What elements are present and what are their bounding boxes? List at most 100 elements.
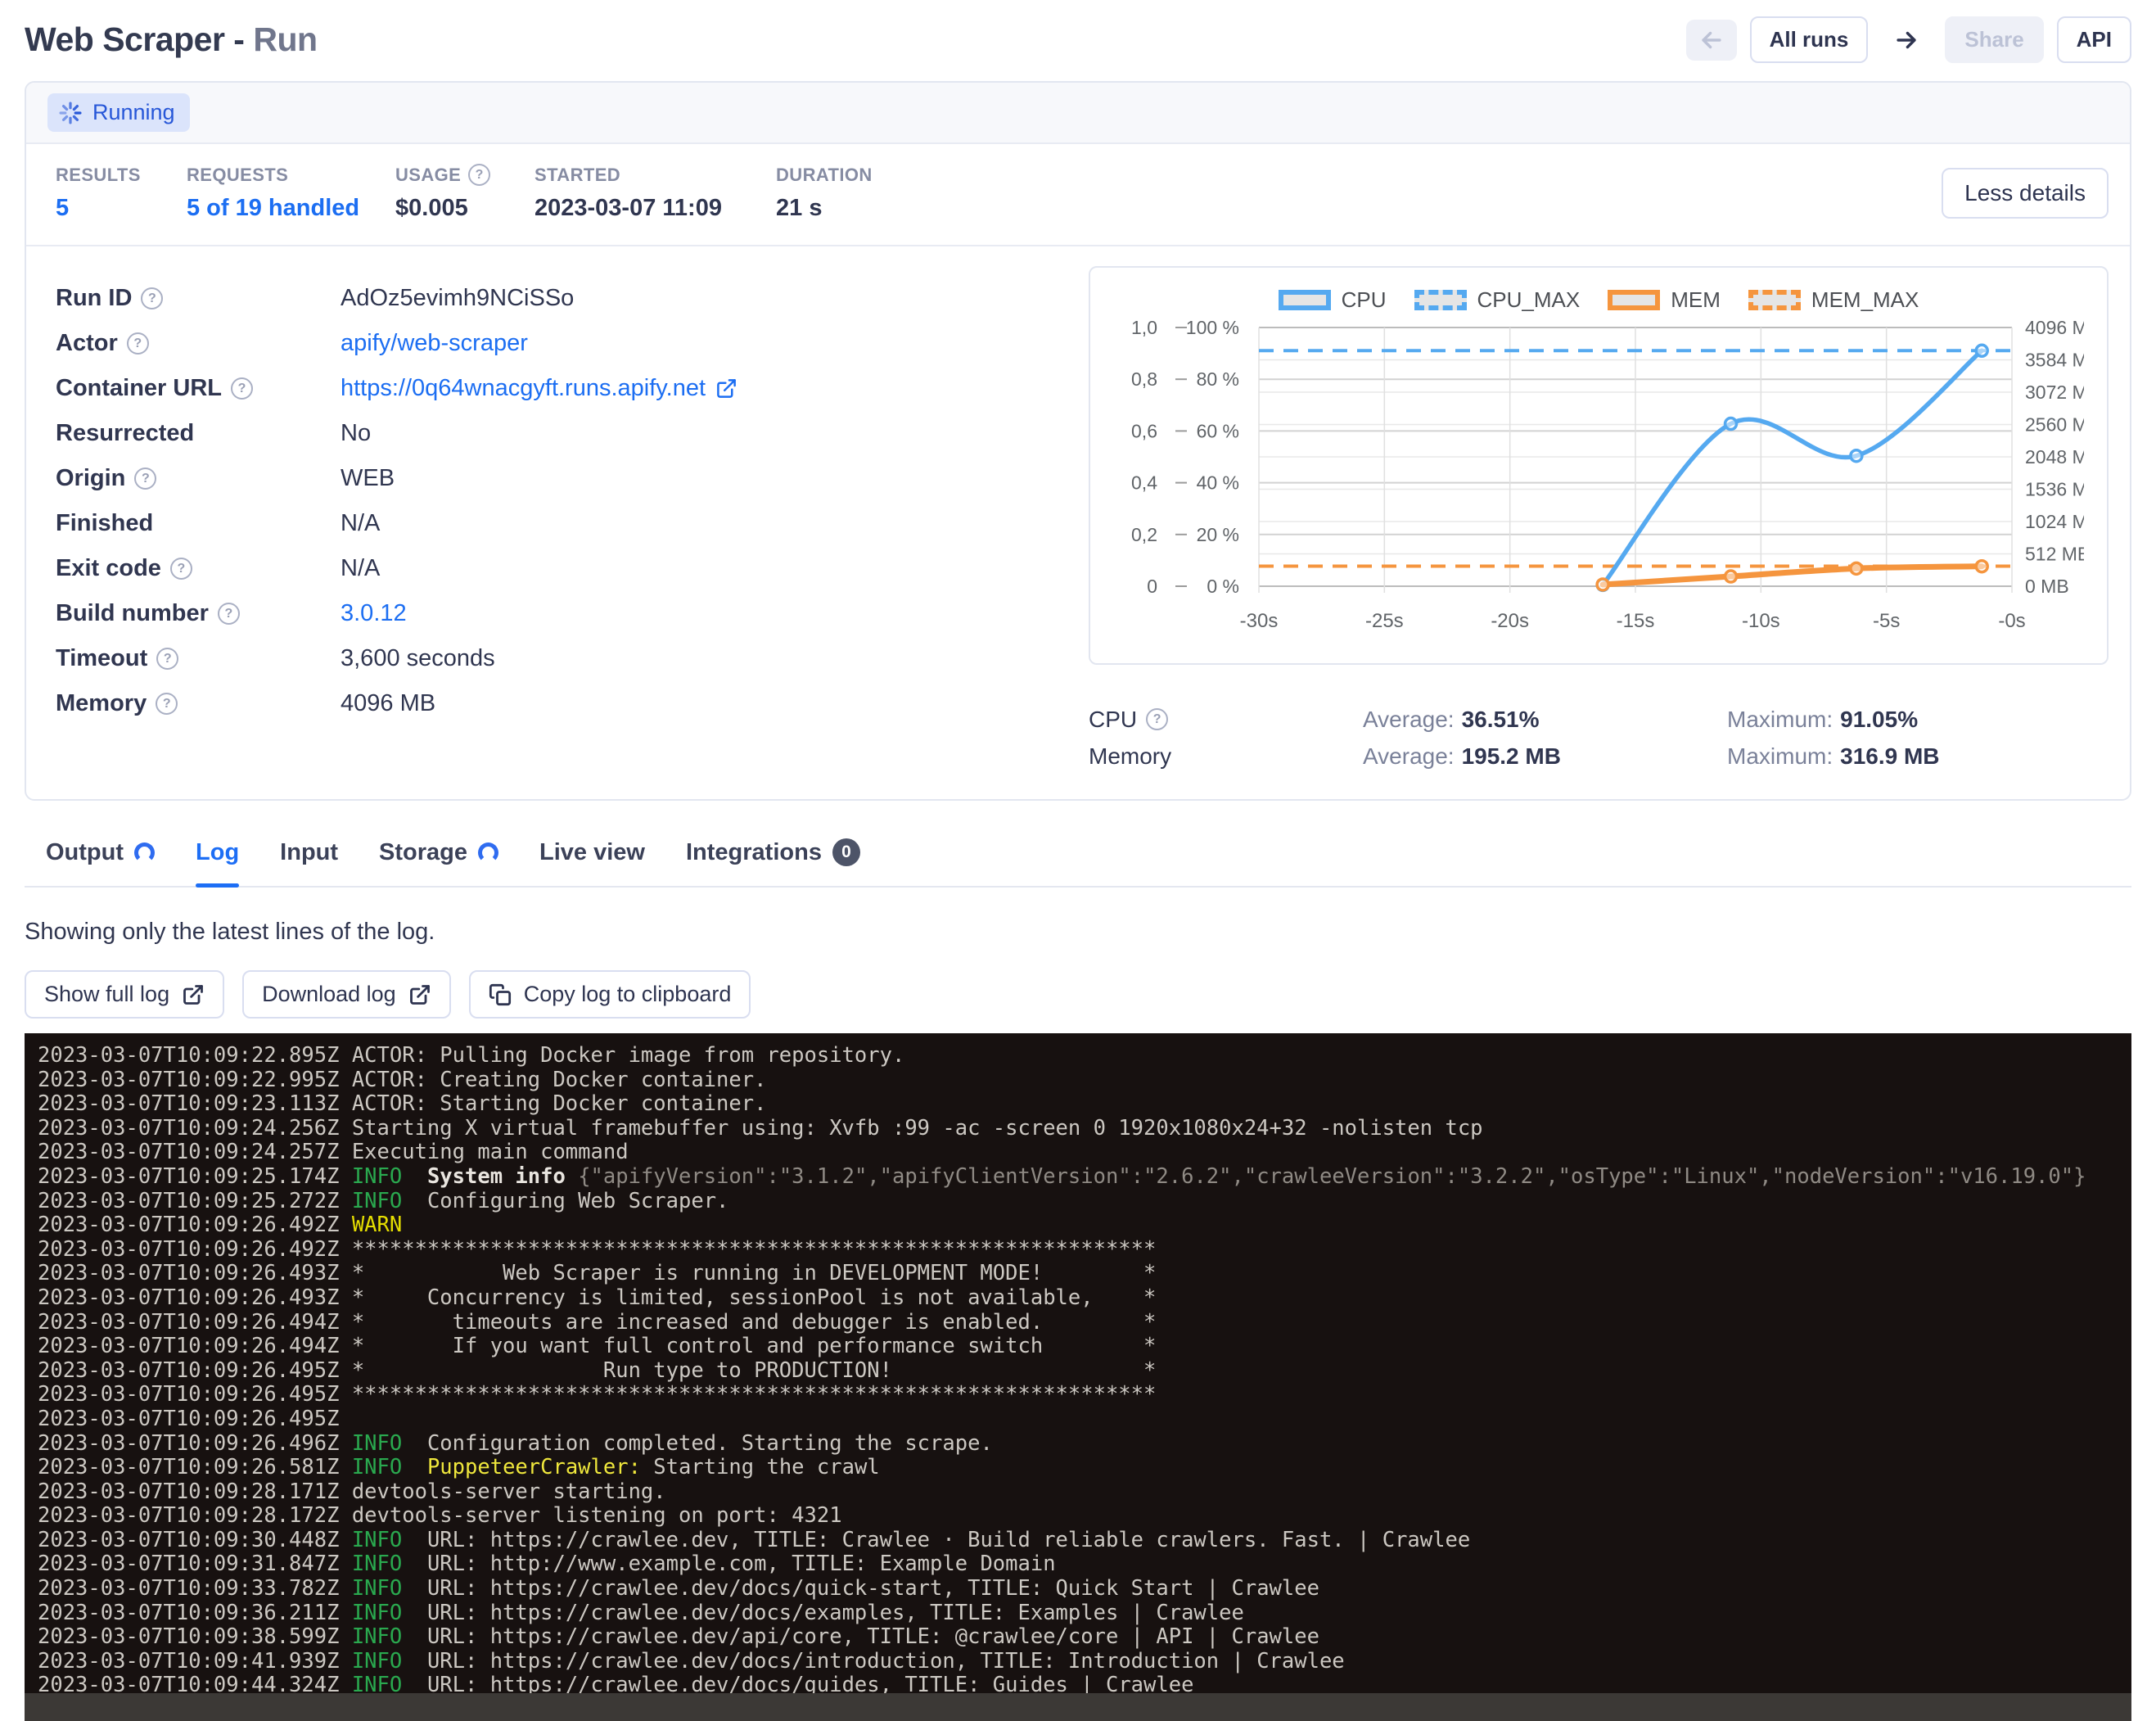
cpu-summary-row: CPU? Average:36.51% Maximum:91.05% (1089, 701, 2109, 738)
copy-log-button[interactable]: Copy log to clipboard (469, 970, 751, 1019)
svg-text:-20s: -20s (1491, 610, 1529, 632)
stat-requests-value[interactable]: 5 of 19 handled (187, 195, 395, 222)
page-title: Web Scraper - Run (25, 20, 318, 59)
stat-started-value: 2023-03-07 11:09 (534, 195, 776, 222)
stat-results-value[interactable]: 5 (56, 195, 187, 222)
help-icon[interactable]: ? (141, 287, 163, 309)
svg-text:60 %: 60 % (1197, 420, 1239, 441)
log-line: 2023-03-07T10:09:22.895Z ACTOR: Pulling … (38, 1044, 2131, 1068)
log-line: 2023-03-07T10:09:38.599Z INFO URL: https… (38, 1625, 2131, 1650)
legend-swatch-mem (1608, 290, 1660, 310)
download-log-button[interactable]: Download log (242, 970, 451, 1019)
log-line: 2023-03-07T10:09:30.448Z INFO URL: https… (38, 1529, 2131, 1553)
help-icon[interactable]: ? (170, 558, 192, 580)
legend-item-mem[interactable]: MEM (1608, 287, 1721, 313)
svg-text:-15s: -15s (1617, 610, 1655, 632)
usage-chart: 4096 MB3584 MB3072 MB2560 MB2048 MB1536 … (1107, 316, 2084, 656)
less-details-button[interactable]: Less details (1942, 168, 2109, 219)
legend-item-cpu[interactable]: CPU (1279, 287, 1387, 313)
legend-item-cpu-max[interactable]: CPU_MAX (1414, 287, 1581, 313)
help-icon[interactable]: ? (218, 603, 240, 625)
external-link-icon (182, 983, 205, 1006)
help-icon[interactable]: ? (1146, 708, 1168, 730)
svg-text:-5s: -5s (1873, 610, 1900, 632)
container-url-link[interactable]: https://0q64wnacgyft.runs.apify.net (341, 375, 706, 402)
svg-text:0 MB: 0 MB (2025, 576, 2069, 597)
tab-output[interactable]: Output (46, 829, 155, 886)
log-line: 2023-03-07T10:09:26.493Z * Web Scraper i… (38, 1262, 2131, 1286)
status-badge: Running (47, 93, 190, 132)
detail-row-origin: Origin? WEB (56, 456, 1089, 501)
svg-text:100 %: 100 % (1186, 317, 1239, 338)
stat-usage-label: USAGE? (395, 164, 534, 186)
svg-text:3072 MB: 3072 MB (2025, 382, 2084, 403)
integrations-count-badge: 0 (832, 838, 860, 866)
all-runs-button[interactable]: All runs (1750, 16, 1869, 63)
log-line: 2023-03-07T10:09:41.939Z INFO URL: https… (38, 1650, 2131, 1674)
stat-duration-value: 21 s (776, 195, 873, 222)
legend-swatch-mem-max (1748, 290, 1801, 310)
tab-input[interactable]: Input (280, 829, 338, 886)
run-details: Run ID? AdOz5evimh9NCiSSo Actor? apify/w… (56, 266, 1089, 775)
detail-row-run-id: Run ID? AdOz5evimh9NCiSSo (56, 276, 1089, 321)
tab-live-view[interactable]: Live view (539, 829, 645, 886)
log-line: 2023-03-07T10:09:24.256Z Starting X virt… (38, 1117, 2131, 1141)
stat-usage: USAGE? $0.005 (395, 164, 534, 222)
header-controls: All runs Share API (1686, 16, 2131, 63)
svg-text:20 %: 20 % (1197, 524, 1239, 545)
svg-text:0,2: 0,2 (1131, 524, 1157, 545)
previous-run-button (1686, 20, 1737, 61)
svg-text:512 MB: 512 MB (2025, 544, 2084, 565)
tab-log[interactable]: Log (196, 829, 239, 886)
next-run-button[interactable] (1881, 20, 1932, 61)
log-terminal[interactable]: 2023-03-07T10:09:22.895Z ACTOR: Pulling … (25, 1033, 2131, 1721)
arrow-right-icon (1892, 26, 1920, 54)
log-line: 2023-03-07T10:09:23.113Z ACTOR: Starting… (38, 1092, 2131, 1117)
log-line: 2023-03-07T10:09:26.494Z * timeouts are … (38, 1311, 2131, 1335)
log-line: 2023-03-07T10:09:26.492Z WARN (38, 1213, 2131, 1238)
svg-text:-30s: -30s (1240, 610, 1279, 632)
tab-storage[interactable]: Storage (379, 829, 498, 886)
copy-icon (489, 983, 512, 1006)
show-full-log-button[interactable]: Show full log (25, 970, 224, 1019)
legend-label-mem-max: MEM_MAX (1811, 287, 1919, 313)
cpu-maximum-value: 91.05% (1840, 707, 1918, 732)
svg-text:40 %: 40 % (1197, 472, 1239, 494)
log-line: 2023-03-07T10:09:26.493Z * Concurrency i… (38, 1286, 2131, 1311)
usage-summary: CPU? Average:36.51% Maximum:91.05% Memor… (1089, 701, 2109, 775)
svg-text:80 %: 80 % (1197, 368, 1239, 390)
log-scrollbar-track[interactable] (25, 1693, 2131, 1721)
help-icon[interactable]: ? (468, 164, 490, 186)
help-icon[interactable]: ? (156, 693, 178, 715)
page-title-separator: - (224, 20, 253, 58)
legend-item-mem-max[interactable]: MEM_MAX (1748, 287, 1919, 313)
detail-row-actor: Actor? apify/web-scraper (56, 321, 1089, 366)
actor-link[interactable]: apify/web-scraper (341, 330, 528, 357)
api-button[interactable]: API (2057, 16, 2131, 63)
help-icon[interactable]: ? (231, 377, 253, 400)
detail-row-finished: Finished N/A (56, 501, 1089, 546)
detail-row-timeout: Timeout? 3,600 seconds (56, 636, 1089, 681)
log-line: 2023-03-07T10:09:26.581Z INFO PuppeteerC… (38, 1456, 2131, 1480)
build-number-link[interactable]: 3.0.12 (341, 600, 407, 627)
detail-row-memory: Memory? 4096 MB (56, 681, 1089, 726)
stat-started: STARTED 2023-03-07 11:09 (534, 165, 776, 222)
help-icon[interactable]: ? (134, 468, 156, 490)
page-title-actor: Web Scraper (25, 20, 224, 58)
log-lines: 2023-03-07T10:09:22.895Z ACTOR: Pulling … (38, 1044, 2131, 1698)
help-icon[interactable]: ? (127, 332, 149, 355)
help-icon[interactable]: ? (156, 648, 178, 670)
log-line: 2023-03-07T10:09:28.171Z devtools-server… (38, 1480, 2131, 1505)
stat-requests: REQUESTS 5 of 19 handled (187, 165, 395, 222)
detail-row-resurrected: Resurrected No (56, 411, 1089, 456)
external-link-icon[interactable] (715, 377, 737, 400)
status-strip: Running (26, 83, 2130, 144)
spinner-icon (58, 101, 83, 125)
tab-integrations[interactable]: Integrations0 (686, 829, 860, 886)
status-badge-label: Running (92, 100, 175, 125)
svg-text:3584 MB: 3584 MB (2025, 350, 2084, 371)
svg-text:1536 MB: 1536 MB (2025, 479, 2084, 500)
svg-text:0,8: 0,8 (1131, 368, 1157, 390)
stats-row: RESULTS 5 REQUESTS 5 of 19 handled USAGE… (26, 144, 2130, 245)
legend-label-cpu: CPU (1342, 287, 1387, 313)
